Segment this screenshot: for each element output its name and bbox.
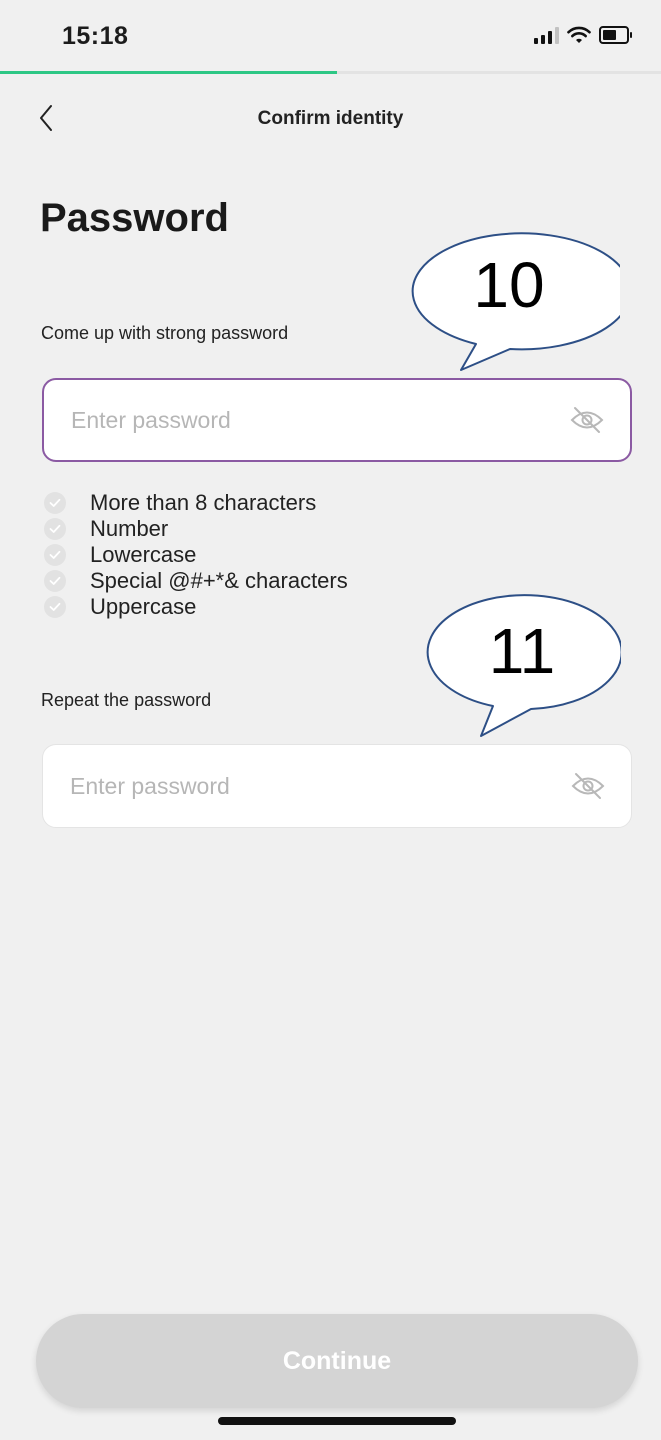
repeat-password-label: Repeat the password [41,690,212,710]
annotation-callout: 11 [423,588,621,740]
requirement-label: Uppercase [90,594,197,619]
requirement-item: Uppercase [44,594,348,620]
annotation-label: 11 [488,615,556,687]
requirement-label: Lowercase [90,542,197,567]
repeat-password-input[interactable] [68,745,542,827]
check-circle-icon [44,492,66,514]
status-icons [534,22,632,48]
toggle-repeat-visibility[interactable] [569,767,607,805]
requirement-item: Number [44,516,348,542]
password-input[interactable] [69,380,543,460]
check-circle-icon [44,518,66,540]
repeat-password-field[interactable] [42,744,632,828]
status-time: 15:18 [62,22,129,50]
battery-icon [599,26,632,44]
eye-off-icon [570,407,604,433]
toggle-password-visibility[interactable] [568,401,606,439]
check-circle-icon [44,570,66,592]
progress-bar [0,71,661,74]
progress-fill [0,71,338,74]
check-circle-icon [44,596,66,618]
requirement-item: Special @#+*& characters [44,568,348,594]
eye-off-icon [571,773,605,799]
annotation-callout: 10 [398,218,620,374]
requirement-label: More than 8 characters [90,490,317,515]
status-bar: 15:18 [0,0,661,72]
nav-title: Confirm identity [257,108,404,129]
password-label: Come up with strong password [41,323,289,343]
password-field[interactable] [42,378,632,462]
page-title: Password [40,196,229,240]
requirement-item: More than 8 characters [44,490,348,516]
home-indicator [218,1417,456,1425]
wifi-icon [567,26,591,43]
password-requirements: More than 8 characters Number Lowercase … [44,490,348,620]
requirement-label: Number [90,516,169,541]
requirement-label: Special @#+*& characters [90,568,348,593]
continue-button[interactable]: Continue [36,1314,638,1408]
requirement-item: Lowercase [44,542,348,568]
check-circle-icon [44,544,66,566]
annotation-label: 10 [473,249,545,321]
signal-icon [534,26,559,44]
